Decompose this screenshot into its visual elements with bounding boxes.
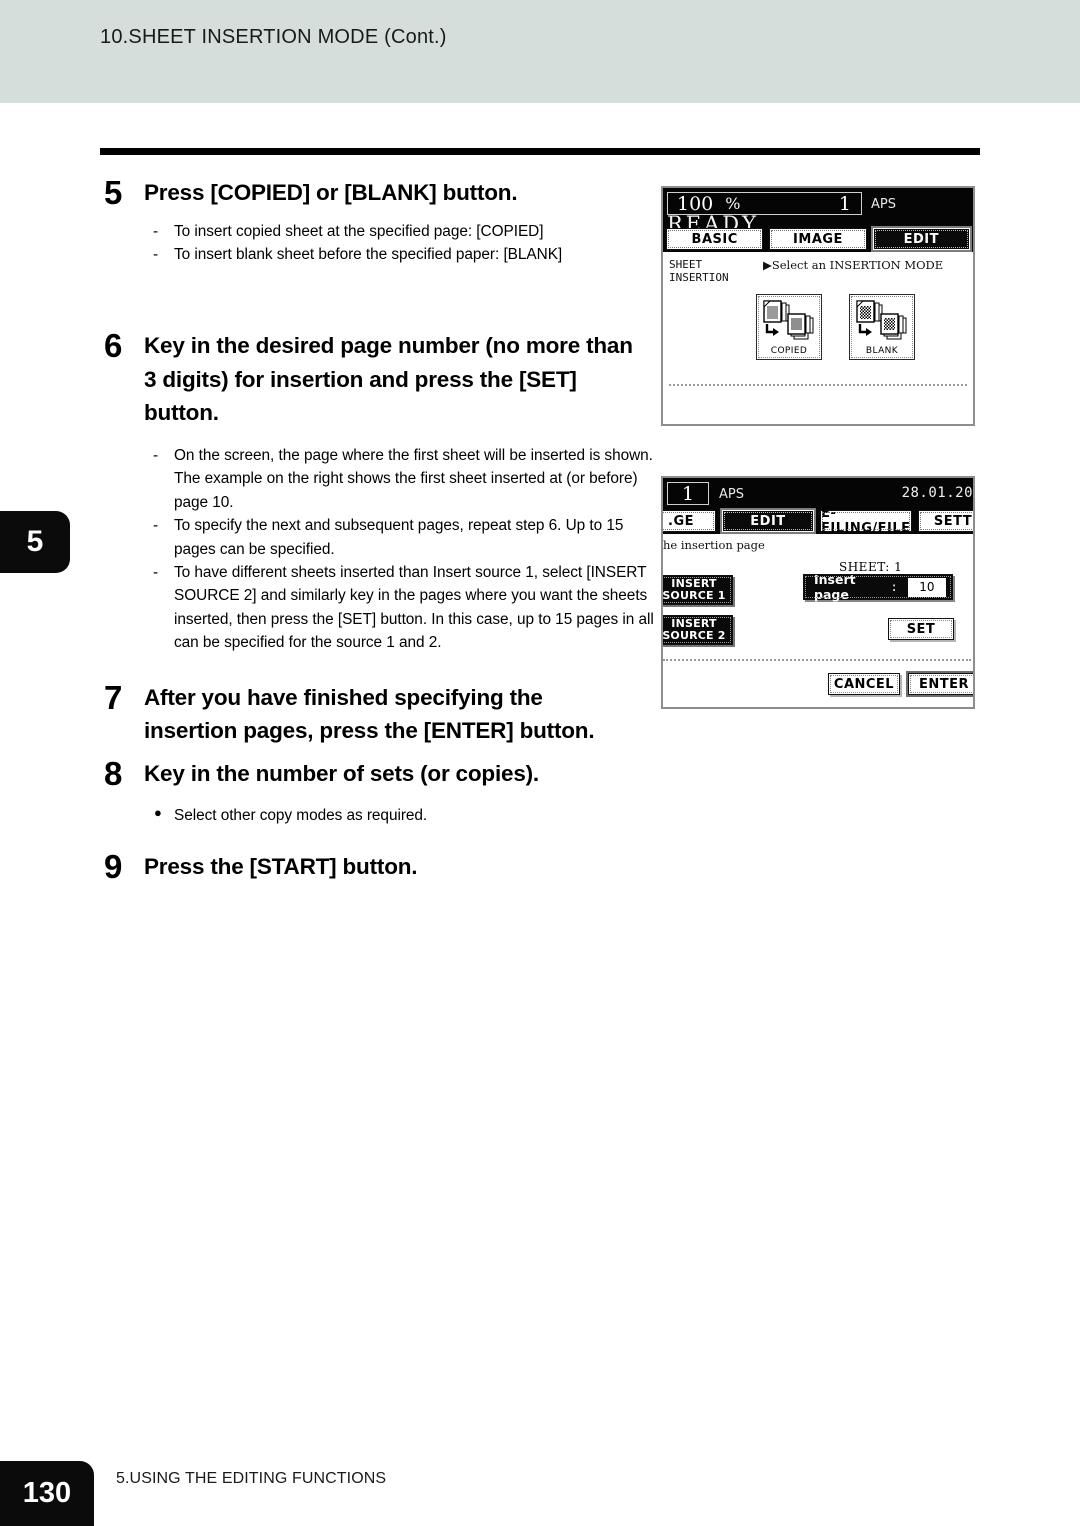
step-8-title: Key in the number of sets (or copies). xyxy=(144,760,539,786)
step-7-number: 7 xyxy=(104,678,123,716)
insert-page-colon: : xyxy=(890,580,898,594)
lcd2-tab-settings[interactable]: SETT xyxy=(918,510,973,532)
lcd2-body: he insertion page SHEET: 1 INSERT SOURCE… xyxy=(663,534,973,707)
lcd-screen-insert-page: 1 APS 28.01.20 .GE EDIT E-FILING/FILE SE… xyxy=(661,476,975,709)
footer-page-tab: 130 xyxy=(0,1461,94,1526)
step-5-title: Press [COPIED] or [BLANK] button. xyxy=(144,180,518,205)
lcd1-copied-button[interactable]: COPIED xyxy=(756,294,822,360)
insert-source-1-line2: SOURCE 1 xyxy=(662,589,726,602)
lcd1-blank-button-label: BLANK xyxy=(865,346,899,356)
bullet-text: To have different sheets inserted than I… xyxy=(174,563,654,652)
lcd1-mode-label: SHEET INSERTION xyxy=(669,258,729,284)
copied-sheet-icon xyxy=(763,300,814,340)
step-5-bullets: - To insert copied sheet at the specifie… xyxy=(148,220,656,267)
header-band xyxy=(0,0,1080,103)
insert-page-label: Insert page xyxy=(814,572,856,602)
lcd2-cancel-button[interactable]: CANCEL xyxy=(828,673,900,695)
footer-section-title: 5.USING THE EDITING FUNCTIONS xyxy=(116,1470,387,1487)
bullet-item: ● Select other copy modes as required. xyxy=(148,804,656,827)
bullet-item: - To have different sheets inserted than… xyxy=(148,561,656,655)
bullet-marker: - xyxy=(153,563,159,581)
bullet-item: - To specify the next and subsequent pag… xyxy=(148,514,656,561)
step-9: 9 Press the [START] button. xyxy=(104,850,656,884)
lcd2-tab-row: .GE EDIT E-FILING/FILE SETT xyxy=(663,506,973,536)
bullet-marker: - xyxy=(153,245,159,263)
lcd2-tab-image[interactable]: .GE xyxy=(663,510,716,532)
lcd-screen-insertion-mode: 100 % 1 APS READY BASIC IMAGE EDIT SHEET… xyxy=(661,186,975,426)
step-6-title: Key in the desired page number (no more … xyxy=(144,333,633,426)
chapter-tab-marker: 5 xyxy=(0,511,70,573)
footer-page-number: 130 xyxy=(22,1477,72,1509)
insert-source-2-line2: SOURCE 2 xyxy=(662,629,726,642)
lcd2-copy-count: 1 xyxy=(681,482,695,505)
header-divider-rule xyxy=(100,148,980,155)
lcd2-set-button[interactable]: SET xyxy=(888,618,954,640)
bullet-marker: - xyxy=(153,222,159,240)
bullet-marker: - xyxy=(153,446,159,464)
chapter-tab-number: 5 xyxy=(26,525,44,558)
lcd2-tab-edit[interactable]: EDIT xyxy=(722,510,814,532)
lcd1-dotted-divider xyxy=(669,384,967,386)
bullet-marker: - xyxy=(153,517,159,535)
lcd2-enter-button[interactable]: ENTER xyxy=(908,673,973,695)
step-6: 6 Key in the desired page number (no mor… xyxy=(104,329,656,654)
bullet-text: To insert copied sheet at the specified … xyxy=(174,222,544,240)
step-9-title: Press the [START] button. xyxy=(144,854,418,880)
bullet-item: - To insert copied sheet at the specifie… xyxy=(148,220,656,243)
lcd1-tab-row: BASIC IMAGE EDIT xyxy=(663,228,973,250)
page-header-title: 10.SHEET INSERTION MODE (Cont.) xyxy=(100,26,447,48)
step-6-number: 6 xyxy=(104,327,123,365)
bullet-text: On the screen, the page where the first … xyxy=(174,446,653,511)
step-6-bullets: - On the screen, the page where the firs… xyxy=(148,444,656,655)
lcd1-body: SHEET INSERTION ▶Select an INSERTION MOD… xyxy=(663,252,973,424)
step-8: 8 Key in the number of sets (or copies).… xyxy=(104,757,656,828)
step-5-number: 5 xyxy=(104,174,123,211)
bullet-item: - On the screen, the page where the firs… xyxy=(148,444,656,514)
lcd1-prompt-text: ▶Select an INSERTION MODE xyxy=(763,258,944,272)
lcd2-insert-source-1-button[interactable]: INSERT SOURCE 1 xyxy=(662,575,733,605)
lcd1-percent-symbol: % xyxy=(725,194,741,213)
bullet-text: To insert blank sheet before the specifi… xyxy=(174,245,563,263)
step-8-number: 8 xyxy=(104,754,123,792)
lcd1-copied-button-label: COPIED xyxy=(770,346,808,356)
lcd1-tab-image[interactable]: IMAGE xyxy=(769,228,867,250)
step-7-title: After you have finished specifying the i… xyxy=(144,684,595,744)
bullet-item: - To insert blank sheet before the speci… xyxy=(148,243,656,266)
lcd1-paper-mode-label: APS xyxy=(871,197,896,212)
bullet-text: To specify the next and subsequent pages… xyxy=(174,517,624,558)
lcd2-insert-page-field[interactable]: Insert page : 10 xyxy=(803,572,953,602)
step-8-bullets: ● Select other copy modes as required. xyxy=(148,804,656,827)
lcd2-date-label: 28.01.20 xyxy=(901,485,973,501)
lcd2-status-bar: 1 APS 28.01.20 .GE EDIT E-FILING/FILE SE… xyxy=(663,478,973,536)
lcd1-copy-count: 1 xyxy=(838,192,851,215)
lcd1-blank-button[interactable]: BLANK xyxy=(849,294,915,360)
lcd2-paper-mode-label: APS xyxy=(719,487,744,502)
lcd1-tab-edit[interactable]: EDIT xyxy=(872,228,970,250)
insert-page-value[interactable]: 10 xyxy=(907,577,946,597)
lcd1-status-bar: 100 % 1 APS READY BASIC IMAGE EDIT xyxy=(663,188,973,252)
lcd2-copies-box: 1 xyxy=(667,482,709,505)
lcd1-tab-basic[interactable]: BASIC xyxy=(666,228,764,250)
bullet-text: Select other copy modes as required. xyxy=(174,807,428,825)
step-5: 5 Press [COPIED] or [BLANK] button. - To… xyxy=(104,176,656,266)
step-7: 7 After you have finished specifying the… xyxy=(104,681,656,748)
lcd2-prompt-text: he insertion page xyxy=(663,538,765,552)
step-9-number: 9 xyxy=(104,848,123,886)
steps-column: 5 Press [COPIED] or [BLANK] button. - To… xyxy=(104,176,656,884)
lcd2-tab-efiling-file[interactable]: E-FILING/FILE xyxy=(820,506,912,536)
bullet-marker: ● xyxy=(154,805,162,821)
lcd2-dotted-divider xyxy=(663,659,971,661)
lcd2-insert-source-2-button[interactable]: INSERT SOURCE 2 xyxy=(662,615,733,645)
blank-sheet-icon xyxy=(856,300,907,340)
